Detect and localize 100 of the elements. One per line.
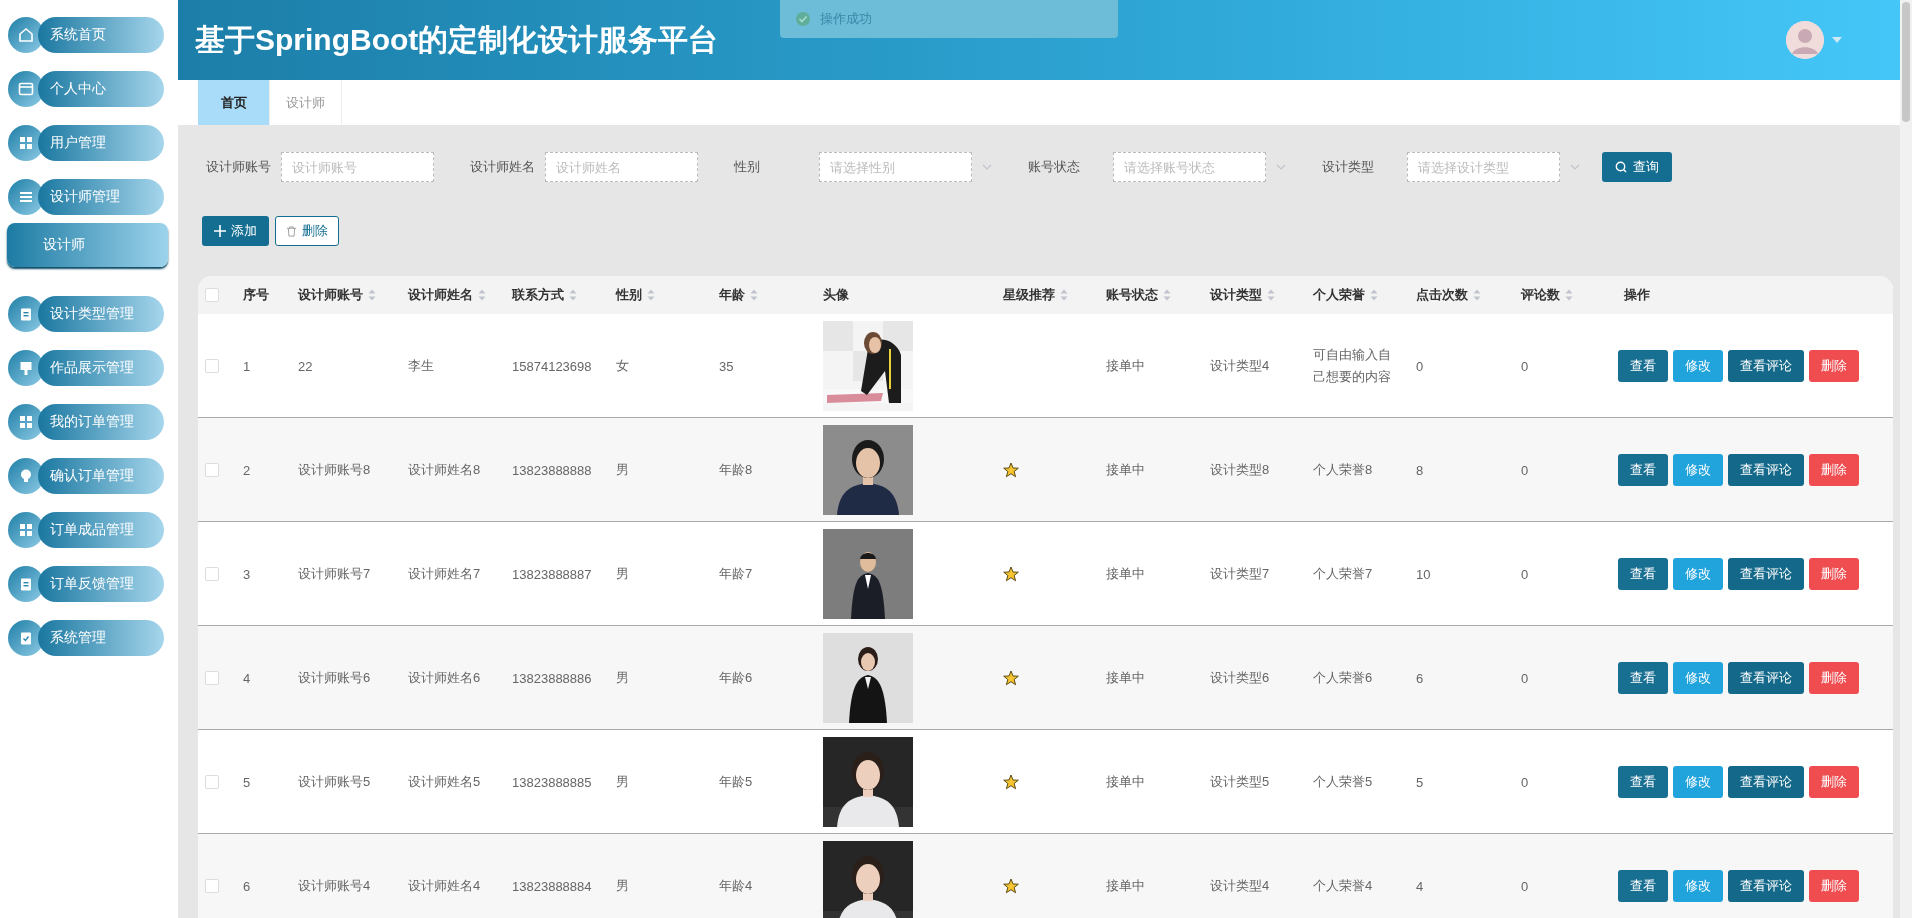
sort-icon[interactable]	[1060, 289, 1068, 301]
comments-button[interactable]: 查看评论	[1728, 453, 1804, 486]
view-button[interactable]: 查看	[1618, 557, 1668, 590]
sort-icon[interactable]	[569, 289, 577, 301]
table-cell-text: 接单中	[1105, 878, 1145, 893]
delete-button[interactable]: 删除	[1809, 453, 1859, 486]
table-cell-text: 设计类型8	[1209, 462, 1270, 477]
table-cell-text: 设计类型4	[1209, 878, 1270, 893]
input-field[interactable]: 设计师账号	[281, 152, 434, 182]
chevron-down-icon[interactable]	[982, 164, 992, 170]
sort-icon[interactable]	[1163, 289, 1171, 301]
comments-button[interactable]: 查看评论	[1728, 349, 1804, 382]
table-cell-text: 35	[718, 358, 734, 374]
sort-icon[interactable]	[1473, 289, 1481, 301]
edit-button[interactable]: 修改	[1673, 453, 1723, 486]
menu-item[interactable]: 系统首页	[38, 17, 164, 53]
table-cell-text: 设计师姓名6	[407, 670, 481, 685]
avatar[interactable]	[1786, 21, 1824, 59]
edit-button[interactable]: 修改	[1673, 765, 1723, 798]
edit-button[interactable]: 修改	[1673, 557, 1723, 590]
table-cell-text: 接单中	[1105, 670, 1145, 685]
table-cell-text: 设计师姓名5	[407, 774, 481, 789]
sort-icon[interactable]	[750, 289, 758, 301]
menu-item[interactable]: 确认订单管理	[38, 458, 164, 494]
delete-button[interactable]: 删除	[1809, 765, 1859, 798]
sort-icon[interactable]	[647, 289, 655, 301]
view-button[interactable]: 查看	[1618, 661, 1668, 694]
menu-item[interactable]: 用户管理	[38, 125, 164, 161]
column-header: 设计师姓名	[408, 286, 473, 304]
table-cell-text: 李生	[407, 358, 434, 373]
scrollbar[interactable]	[1900, 0, 1912, 918]
table-cell-text: 0	[1520, 878, 1529, 894]
table-cell-text: 6	[242, 878, 251, 894]
select-field[interactable]: 请选择设计类型	[1407, 152, 1560, 182]
comments-button[interactable]: 查看评论	[1728, 661, 1804, 694]
caret-icon[interactable]	[1832, 37, 1842, 43]
checkbox[interactable]	[205, 462, 219, 477]
menu-item[interactable]: 设计师管理	[38, 179, 164, 215]
table-cell-text: 8	[1415, 462, 1424, 478]
sort-icon[interactable]	[1370, 289, 1378, 301]
chevron-down-icon[interactable]	[1276, 164, 1286, 170]
comments-button[interactable]: 查看评论	[1728, 765, 1804, 798]
view-button[interactable]: 查看	[1618, 453, 1668, 486]
star-icon	[1003, 669, 1019, 686]
submenu-item[interactable]: 设计师	[7, 223, 168, 267]
edit-button[interactable]: 修改	[1673, 661, 1723, 694]
delete-button[interactable]: 删除	[1809, 661, 1859, 694]
tab[interactable]: 首页	[198, 80, 270, 125]
delete-button[interactable]: 删除	[275, 216, 339, 246]
edit-button[interactable]: 修改	[1673, 869, 1723, 902]
column-header: 年龄	[719, 286, 745, 304]
sort-icon[interactable]	[368, 289, 376, 301]
table-cell-text: 个人荣誉8	[1313, 460, 1374, 479]
table-cell-text: 13823888888	[511, 462, 592, 478]
checkbox[interactable]	[205, 358, 219, 373]
input-field[interactable]: 设计师姓名	[545, 152, 698, 182]
menu-item[interactable]: 系统管理	[38, 620, 164, 656]
star-icon	[1003, 773, 1019, 790]
delete-button[interactable]: 删除	[1809, 557, 1859, 590]
delete-button[interactable]: 删除	[1809, 349, 1859, 382]
select-field[interactable]: 请选择性别	[819, 152, 972, 182]
table-cell-text: 男	[615, 878, 629, 893]
search-icon	[1615, 161, 1627, 173]
view-button[interactable]: 查看	[1618, 765, 1668, 798]
table-cell-text: 设计师账号5	[297, 774, 371, 789]
menu-item[interactable]: 订单反馈管理	[38, 566, 164, 602]
chevron-down-icon[interactable]	[1570, 164, 1580, 170]
comments-button[interactable]: 查看评论	[1728, 557, 1804, 590]
menu-item[interactable]: 我的订单管理	[38, 404, 164, 440]
column-header: 联系方式	[512, 286, 564, 304]
add-button[interactable]: 添加	[202, 216, 269, 246]
checkbox[interactable]	[205, 878, 219, 893]
view-button[interactable]: 查看	[1618, 349, 1668, 382]
menu-item[interactable]: 个人中心	[38, 71, 164, 107]
menu-item[interactable]: 作品展示管理	[38, 350, 164, 386]
sort-icon[interactable]	[478, 289, 486, 301]
select-field[interactable]: 请选择账号状态	[1113, 152, 1266, 182]
column-header: 账号状态	[1106, 286, 1158, 304]
search-button[interactable]: 查询	[1602, 152, 1672, 182]
checkbox[interactable]	[205, 566, 219, 581]
table-cell-text: 年龄8	[718, 462, 753, 477]
checkbox[interactable]	[205, 670, 219, 685]
table-cell-text: 设计师姓名7	[407, 566, 481, 581]
filter-label: 性别	[734, 158, 761, 176]
table-cell-text: 女	[615, 358, 629, 373]
checkbox[interactable]	[205, 288, 219, 302]
comments-button[interactable]: 查看评论	[1728, 869, 1804, 902]
table-cell-text: 男	[615, 774, 629, 789]
menu-item[interactable]: 设计类型管理	[38, 296, 164, 332]
delete-button[interactable]: 删除	[1809, 869, 1859, 902]
view-button[interactable]: 查看	[1618, 869, 1668, 902]
column-header: 设计类型	[1210, 286, 1262, 304]
checkbox[interactable]	[205, 774, 219, 789]
sort-icon[interactable]	[1565, 289, 1573, 301]
menu-item[interactable]: 订单成品管理	[38, 512, 164, 548]
edit-button[interactable]: 修改	[1673, 349, 1723, 382]
table-cell-text: 接单中	[1105, 462, 1145, 477]
column-header: 评论数	[1521, 286, 1560, 304]
sort-icon[interactable]	[1267, 289, 1275, 301]
filter-label: 设计类型	[1322, 158, 1375, 176]
